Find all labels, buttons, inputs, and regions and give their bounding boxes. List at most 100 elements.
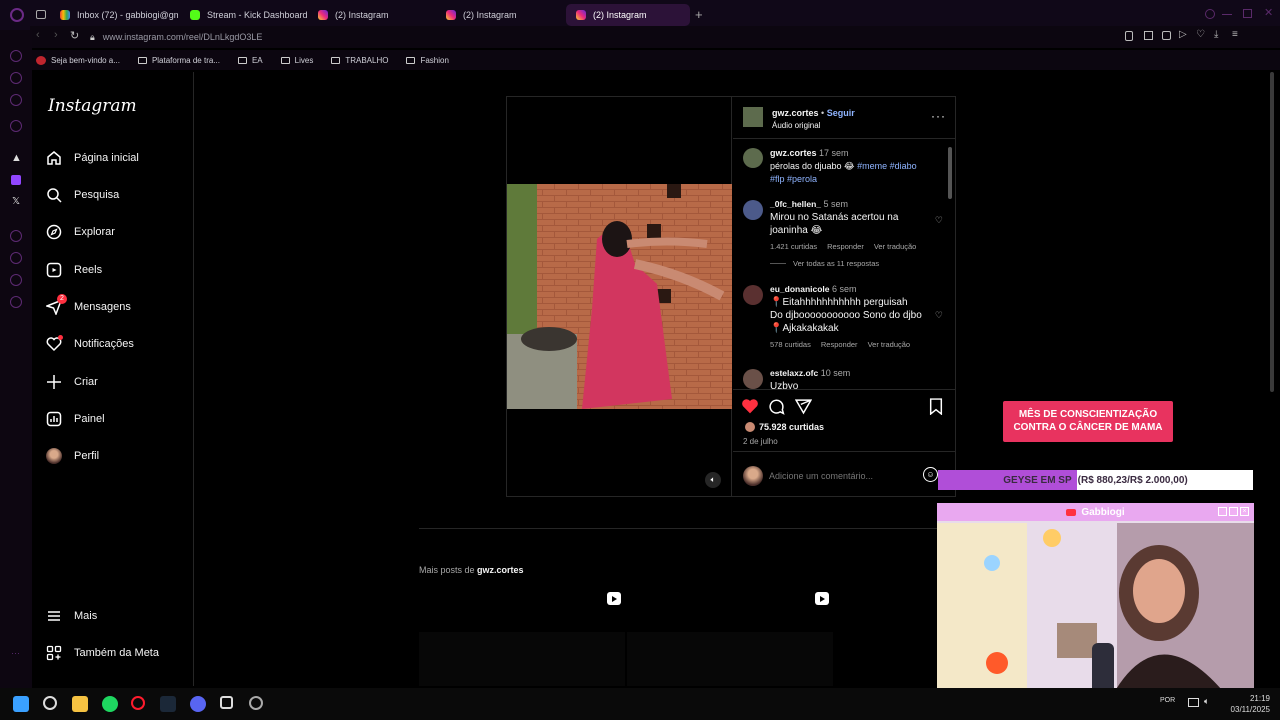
more-options-icon[interactable]: ··· bbox=[931, 109, 946, 123]
steam-icon[interactable] bbox=[160, 696, 176, 712]
volume-icon[interactable]: 🔈︎ bbox=[705, 472, 721, 488]
like-button[interactable] bbox=[741, 397, 759, 420]
opera-logo-icon[interactable] bbox=[10, 8, 24, 22]
comment-username[interactable]: estelaxz.ofc bbox=[770, 368, 818, 378]
nav-messages[interactable]: 2 Mensagens bbox=[46, 294, 131, 315]
file-explorer-icon[interactable] bbox=[72, 696, 88, 712]
clock[interactable]: 21:19 03/11/2025 bbox=[1226, 693, 1270, 715]
windows-start-icon[interactable] bbox=[13, 696, 29, 712]
more-dots-icon[interactable]: ··· bbox=[11, 648, 20, 658]
search-tabs-icon[interactable] bbox=[1205, 9, 1215, 19]
obs-icon[interactable] bbox=[249, 696, 263, 710]
reel-thumbnail-icon[interactable] bbox=[607, 592, 621, 605]
send-icon[interactable]: ▷ bbox=[1179, 29, 1187, 40]
comment-button[interactable] bbox=[768, 398, 785, 420]
emoji-icon[interactable]: ☺ bbox=[923, 467, 938, 482]
comment-likes[interactable]: 1.421 curtidas bbox=[770, 240, 817, 253]
nav-explore[interactable]: Explorar bbox=[46, 224, 115, 240]
maximize-icon[interactable] bbox=[1243, 9, 1252, 18]
likes-row[interactable]: 75.928 curtidas bbox=[745, 422, 824, 432]
commenter-avatar[interactable] bbox=[743, 285, 763, 305]
commenter-avatar[interactable] bbox=[743, 200, 763, 220]
spotify-icon[interactable] bbox=[102, 696, 118, 712]
share-button[interactable] bbox=[794, 398, 813, 420]
sidebar-app-icon[interactable] bbox=[10, 120, 22, 132]
search-icon[interactable] bbox=[43, 696, 57, 710]
bookmark-item[interactable]: Seja bem-vindo a... bbox=[36, 55, 120, 65]
nav-profile[interactable]: Perfil bbox=[46, 448, 99, 464]
reel-media[interactable]: 🔈︎ bbox=[507, 97, 732, 496]
tab-instagram-1[interactable]: (2) Instagram bbox=[308, 4, 436, 26]
download-icon[interactable]: ⤓ bbox=[1214, 29, 1218, 40]
reply-button[interactable]: Responder bbox=[827, 240, 864, 253]
comment-username[interactable]: eu_donanicole bbox=[770, 284, 830, 294]
nav-search[interactable]: Pesquisa bbox=[46, 187, 119, 203]
network-icon[interactable] bbox=[1188, 698, 1199, 707]
snapshot-icon[interactable] bbox=[1125, 31, 1133, 41]
aria-icon[interactable] bbox=[10, 50, 22, 62]
instagram-logo[interactable]: Instagram bbox=[48, 96, 137, 116]
more-posts-username[interactable]: gwz.cortes bbox=[477, 565, 524, 575]
comment-username[interactable]: gwz.cortes bbox=[770, 148, 817, 158]
bookmark-item[interactable]: Plataforma de tra... bbox=[137, 56, 220, 65]
sidebar-app-icon[interactable] bbox=[10, 94, 22, 106]
url-field[interactable]: 🔒︎ www.instagram.com/reel/DLnLkgdO3LE bbox=[90, 28, 262, 46]
view-replies-button[interactable]: Ver todas as 11 respostas bbox=[793, 259, 879, 268]
back-icon[interactable]: ‹ bbox=[36, 29, 40, 41]
sidebar-app-icon[interactable] bbox=[10, 72, 22, 84]
bookmark-item[interactable]: TRABALHO bbox=[331, 56, 388, 65]
save-button[interactable] bbox=[929, 398, 943, 420]
language-indicator[interactable]: POR bbox=[1160, 697, 1175, 704]
translate-button[interactable]: Ver tradução bbox=[868, 338, 911, 351]
reel-thumbnail-icon[interactable] bbox=[815, 592, 829, 605]
post-thumbnail[interactable] bbox=[627, 632, 833, 686]
nav-create[interactable]: Criar bbox=[46, 374, 98, 390]
forward-icon[interactable]: › bbox=[54, 29, 58, 41]
comment-username[interactable]: _0fc_hellen_ bbox=[770, 199, 821, 209]
nav-more[interactable]: Mais bbox=[46, 608, 97, 624]
twitch-icon[interactable] bbox=[11, 175, 21, 185]
close-window-icon[interactable]: ✕ bbox=[1264, 6, 1273, 19]
author-username[interactable]: gwz.cortes bbox=[772, 108, 819, 118]
reply-button[interactable]: Responder bbox=[821, 338, 858, 351]
kick-sidebar-icon[interactable]: ▲ bbox=[11, 152, 22, 164]
sidebar-app-icon[interactable] bbox=[10, 230, 22, 242]
volume-icon[interactable]: 🔈︎ bbox=[1204, 696, 1209, 707]
menu-icon[interactable]: ≡ bbox=[1232, 29, 1238, 40]
bookmark-item[interactable]: EA bbox=[237, 56, 263, 65]
author-avatar[interactable] bbox=[743, 107, 763, 127]
nav-reels[interactable]: Reels bbox=[46, 262, 102, 278]
bookmark-item[interactable]: Lives bbox=[280, 56, 313, 65]
x-icon[interactable]: 𝕏 bbox=[12, 196, 20, 207]
history-icon[interactable] bbox=[10, 252, 22, 264]
comment-like-icon[interactable]: ♡ bbox=[935, 215, 943, 226]
follow-button[interactable]: Seguir bbox=[827, 108, 855, 118]
comments-list[interactable]: gwz.cortes 17 sem pérolas do djuabo 😂 #m… bbox=[733, 139, 955, 389]
caption-avatar[interactable] bbox=[743, 148, 763, 168]
nav-notifications[interactable]: Notificações bbox=[46, 335, 134, 352]
reload-icon[interactable]: ↻ bbox=[70, 29, 79, 42]
audio-link[interactable]: Áudio original bbox=[772, 121, 820, 130]
tab-instagram-2[interactable]: (2) Instagram bbox=[436, 4, 564, 26]
translate-button[interactable]: Ver tradução bbox=[874, 240, 917, 253]
settings-icon[interactable] bbox=[10, 296, 22, 308]
post-thumbnail[interactable] bbox=[419, 632, 625, 686]
tab-gmail[interactable]: Inbox (72) - gabbiogi@gm bbox=[50, 4, 178, 26]
nav-dashboard[interactable]: Painel bbox=[46, 411, 105, 427]
shield-icon[interactable] bbox=[1162, 31, 1171, 40]
sidebar-app-icon[interactable] bbox=[10, 274, 22, 286]
commenter-avatar[interactable] bbox=[743, 369, 763, 389]
reel-video[interactable] bbox=[507, 184, 732, 409]
page-scrollbar[interactable] bbox=[1268, 72, 1276, 392]
tab-icon[interactable] bbox=[1144, 31, 1153, 40]
nav-home[interactable]: Página inicial bbox=[46, 150, 139, 166]
workspaces-icon[interactable] bbox=[36, 10, 46, 19]
discord-icon[interactable] bbox=[190, 696, 206, 712]
nav-also-from-meta[interactable]: Também da Meta bbox=[46, 645, 159, 661]
tab-instagram-active[interactable]: (2) Instagram bbox=[566, 4, 690, 26]
hashtags[interactable]: #meme #diabo bbox=[857, 161, 917, 171]
hashtags[interactable]: #flp #perola bbox=[770, 174, 817, 184]
bookmark-item[interactable]: Fashion bbox=[406, 56, 449, 65]
new-tab-plus-icon[interactable]: + bbox=[695, 7, 703, 22]
comment-like-icon[interactable]: ♡ bbox=[935, 310, 943, 321]
